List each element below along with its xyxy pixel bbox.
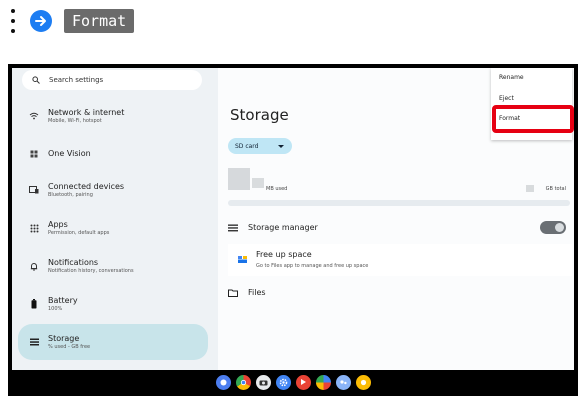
free-up-space-card[interactable]: Free up space Go to Files app to manage … [228,244,572,276]
taskbar-dock [12,370,574,394]
total-value-redacted [526,185,534,192]
files-label: Files [248,288,266,297]
storage-manager-label: Storage manager [248,223,318,232]
used-value-redacted [228,168,250,190]
files-row[interactable]: Files [228,288,266,297]
sidebar-item-network[interactable]: Network & internet Mobile, Wi-Fi, hotspot [12,104,218,128]
menu-item-eject[interactable]: Eject [499,95,514,102]
free-up-space-subtitle: Go to Files app to manage and free up sp… [256,263,369,269]
dropdown-arrow-icon [278,144,285,148]
sidebar-item-subtitle: % used - GB free [48,343,91,350]
settings-gear-icon[interactable] [275,374,291,390]
sidebar-item-subtitle: 100% [48,305,63,312]
search-settings-field[interactable]: Search settings [22,70,202,90]
sidebar-item-title: Network & internet [48,107,125,117]
arrow-right-icon [30,10,52,32]
total-label: GB total [545,186,566,192]
sd-card-label: SD card [235,142,259,150]
chrome-icon[interactable] [235,374,251,390]
sidebar-item-one-vision[interactable]: One Vision [12,144,218,164]
folder-icon [228,289,238,297]
instruction-header: Format [8,8,135,34]
app-icon[interactable] [355,374,371,390]
battery-icon [20,299,48,309]
storage-manager-toggle[interactable] [540,221,566,234]
play-store-icon[interactable] [295,374,311,390]
storage-icon [20,338,48,346]
format-step-chip: Format [64,9,135,33]
sidebar-item-apps[interactable]: Apps Permission, default apps [12,216,218,240]
settings-screen: Search settings Network & internet Mobile… [12,68,574,370]
assistant-icon[interactable] [335,374,351,390]
settings-sidebar: Search settings Network & internet Mobile… [12,68,218,370]
devices-icon [20,186,48,194]
used-value-redacted-2 [252,178,264,188]
files-app-icon [238,256,247,263]
sidebar-item-battery[interactable]: Battery 100% [12,292,218,316]
sidebar-item-title: Storage [48,333,80,343]
sidebar-item-subtitle: Permission, default apps [48,229,110,236]
grid-icon [20,150,48,158]
more-options-icon [8,9,18,33]
storage-manager-row[interactable]: Storage manager [228,223,318,232]
sidebar-item-title: Notifications [48,257,99,267]
page-title: Storage [230,106,289,124]
search-icon [32,76,40,84]
free-up-space-title: Free up space [256,250,312,259]
camera-icon[interactable] [255,374,271,390]
sidebar-item-notifications[interactable]: Notifications Notification history, conve… [12,254,218,278]
search-placeholder: Search settings [49,76,104,84]
used-label: MB used [266,186,288,192]
apps-icon [20,224,48,233]
toggle-knob [555,223,564,232]
sidebar-item-subtitle: Mobile, Wi-Fi, hotspot [48,117,102,124]
launcher-icon[interactable] [215,374,231,390]
sidebar-item-connected-devices[interactable]: Connected devices Bluetooth, pairing [12,178,218,202]
storage-usage-bar [228,200,570,206]
wifi-icon [20,112,48,120]
sidebar-item-title: Connected devices [48,181,125,191]
sidebar-item-subtitle: Bluetooth, pairing [48,191,93,198]
list-icon [228,224,238,231]
bell-icon [20,262,48,271]
sidebar-item-title: One Vision [48,149,91,158]
menu-item-rename[interactable]: Rename [499,74,524,81]
format-highlight-box [492,105,574,133]
sidebar-item-storage[interactable]: Storage% used - GB free [18,324,208,360]
sidebar-item-title: Apps [48,219,68,229]
sd-card-dropdown[interactable]: SD card [228,138,292,154]
photos-icon[interactable] [315,374,331,390]
sidebar-item-title: Battery [48,295,78,305]
sidebar-item-subtitle: Notification history, conversations [48,267,134,274]
